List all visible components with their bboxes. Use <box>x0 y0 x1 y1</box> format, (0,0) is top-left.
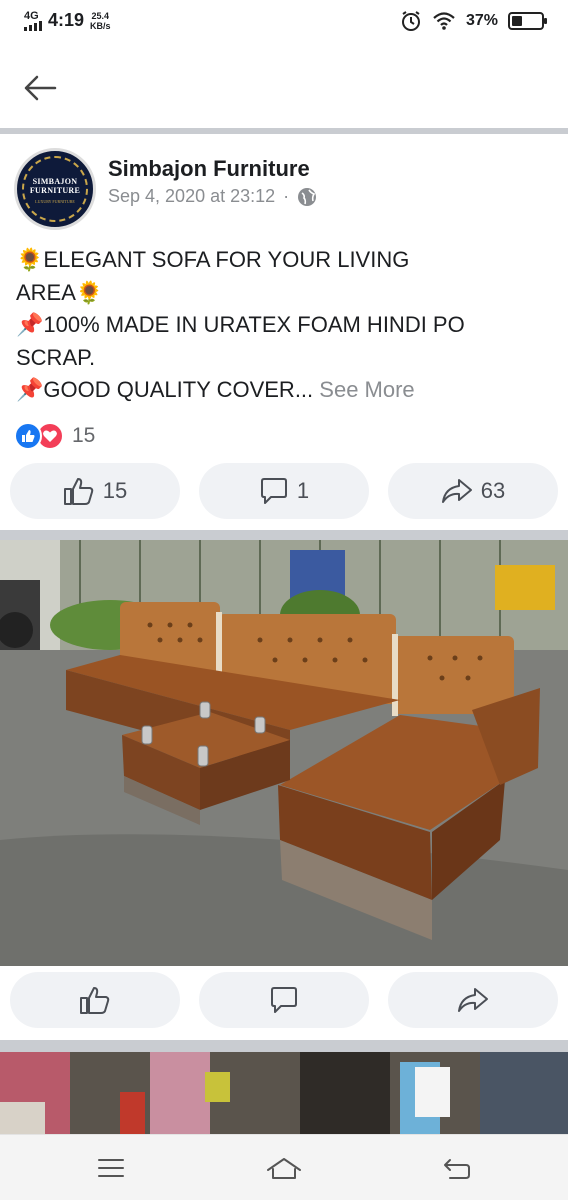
speed-unit: KB/s <box>90 20 111 31</box>
menu-icon <box>98 1159 124 1177</box>
nav-back-button[interactable] <box>439 1153 475 1183</box>
avatar-logo-text-2: FURNITURE <box>29 186 81 195</box>
share-button[interactable]: 63 <box>388 463 558 519</box>
network-type: 4G <box>24 9 39 22</box>
speed-value: 25.4 <box>91 10 110 21</box>
alarm-icon <box>401 11 420 31</box>
back-button[interactable] <box>20 70 60 106</box>
avatar-logo-text-3: LUXURY FURNITURE <box>35 199 75 204</box>
photo-like-button[interactable] <box>10 972 180 1028</box>
share-count: 63 <box>480 478 506 503</box>
reactions-summary[interactable]: 15 <box>14 422 95 450</box>
section-divider <box>0 1040 568 1052</box>
comment-icon <box>271 987 297 1013</box>
post-meta: Sep 4, 2020 at 23:12 · <box>108 186 317 207</box>
avatar[interactable]: SIMBAJON FURNITURE LUXURY FURNITURE <box>14 148 96 230</box>
status-right: 37% <box>400 10 547 32</box>
post-text-line: AREA🌻 <box>16 279 104 305</box>
globe-icon <box>298 187 317 206</box>
signal-indicator: 4G <box>24 9 42 31</box>
like-button[interactable]: 15 <box>10 463 180 519</box>
menu-button[interactable] <box>93 1153 129 1183</box>
photo-comment-button[interactable] <box>199 972 369 1028</box>
post-text-last-line: 📌GOOD QUALITY COVER... See More <box>16 374 556 407</box>
post-text-line: 📌100% MADE IN URATEX FOAM HINDI PO <box>16 312 465 337</box>
wifi-icon <box>433 12 455 30</box>
share-icon <box>441 479 472 503</box>
photo-actions <box>0 972 568 1030</box>
comment-button[interactable]: 1 <box>199 463 369 519</box>
like-count: 15 <box>102 478 128 503</box>
status-bar: 4G 4:19 25.4 KB/s 37% <box>0 0 568 44</box>
thumbs-up-icon <box>63 478 93 505</box>
comment-icon <box>260 478 287 504</box>
see-more-link[interactable]: See More <box>319 377 414 402</box>
photo-share-button[interactable] <box>388 972 558 1028</box>
arrow-left-icon <box>24 75 57 101</box>
post-header: SIMBAJON FURNITURE LUXURY FURNITURE Simb… <box>0 134 568 234</box>
reaction-count: 15 <box>72 424 96 447</box>
post-text-line: 🌻ELEGANT SOFA FOR YOUR LIVING <box>16 247 410 272</box>
back-nav-icon <box>444 1159 470 1179</box>
comment-count: 1 <box>296 478 310 503</box>
battery-fill <box>512 16 522 26</box>
like-reaction-icon <box>14 422 42 450</box>
system-nav-bar <box>0 1134 568 1200</box>
sofa-photo-illustration <box>0 540 568 966</box>
post-text-line: 📌GOOD QUALITY COVER... <box>16 377 314 402</box>
next-post-photo[interactable] <box>0 1052 568 1134</box>
post-actions: 15 1 63 <box>0 463 568 521</box>
avatar-logo-text-1: SIMBAJON <box>32 177 78 186</box>
status-left: 4G 4:19 25.4 KB/s <box>24 10 111 31</box>
share-icon <box>458 988 488 1012</box>
network-speed: 25.4 KB/s <box>90 11 111 31</box>
signal-icon <box>24 20 42 31</box>
home-icon <box>267 1158 301 1179</box>
battery-percent: 37% <box>465 12 498 29</box>
home-button[interactable] <box>266 1153 302 1183</box>
clock: 4:19 <box>48 10 85 30</box>
post-date[interactable]: Sep 4, 2020 at 23:12 <box>108 186 275 207</box>
meta-separator: · <box>283 186 290 206</box>
store-photo-illustration <box>0 1052 568 1134</box>
post-photo[interactable] <box>0 540 568 966</box>
section-divider <box>0 530 568 540</box>
post-text-line: SCRAP. <box>16 344 96 370</box>
top-bar <box>0 44 568 128</box>
post-text: 🌻ELEGANT SOFA FOR YOUR LIVING AREA🌻 📌100… <box>16 244 556 407</box>
thumbs-up-icon <box>80 987 110 1014</box>
page-name[interactable]: Simbajon Furniture <box>108 156 310 182</box>
battery-icon <box>508 12 547 30</box>
